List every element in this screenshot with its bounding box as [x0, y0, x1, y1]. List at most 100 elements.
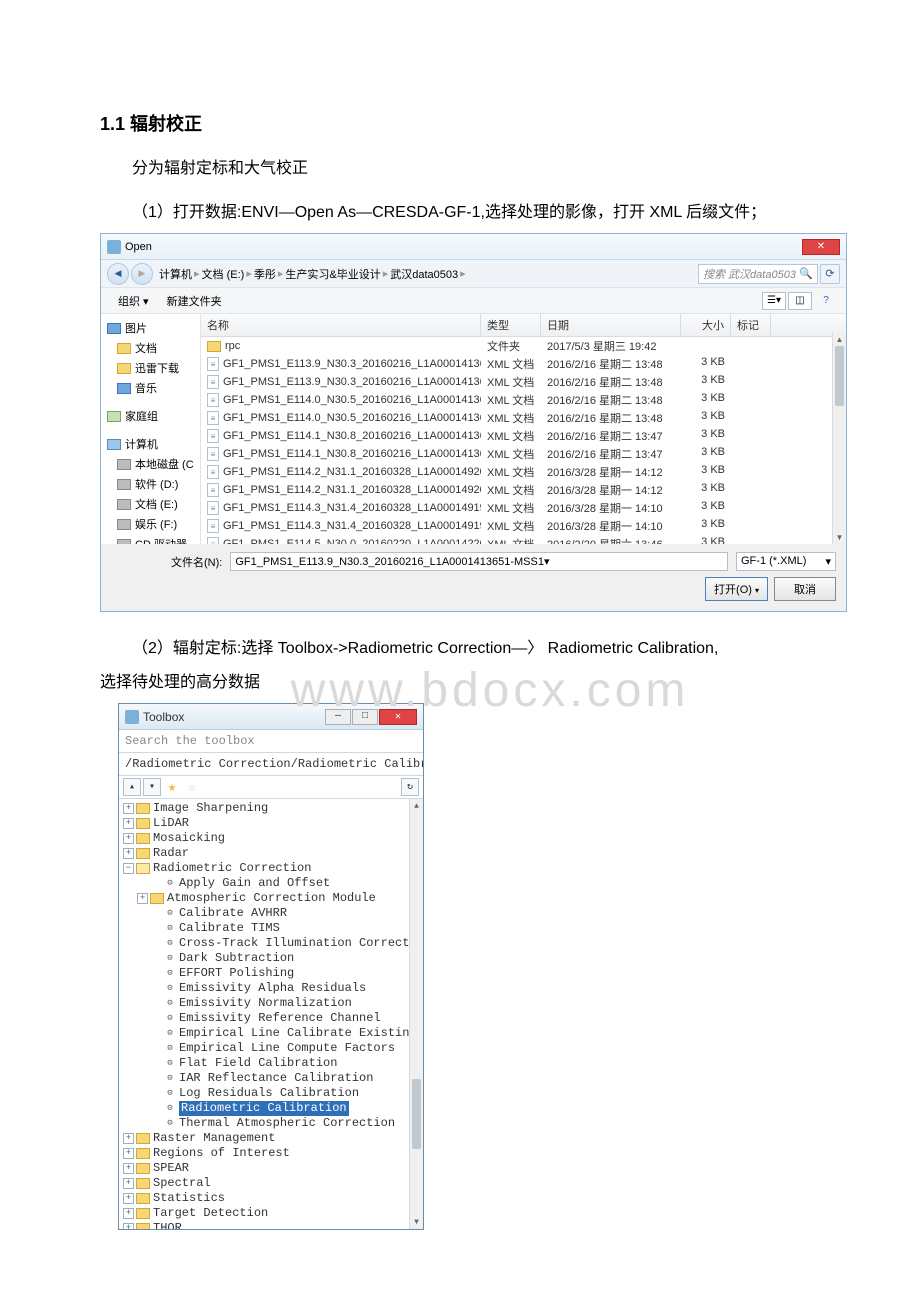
tree-tool[interactable]: ⚙Dark Subtraction: [119, 951, 423, 966]
scrollbar-vertical[interactable]: ▲ ▼: [832, 332, 846, 544]
tree-tool[interactable]: ⚙Emissivity Alpha Residuals: [119, 981, 423, 996]
table-row[interactable]: ≡GF1_PMS1_E114.0_N30.5_20160216_L1A00014…: [201, 409, 846, 427]
toolbox-titlebar[interactable]: Toolbox — □ ✕: [119, 704, 423, 730]
table-row[interactable]: ≡GF1_PMS1_E114.3_N31.4_20160328_L1A00014…: [201, 517, 846, 535]
scroll-down-icon[interactable]: ▼: [833, 530, 846, 544]
col-size[interactable]: 大小: [681, 314, 731, 336]
sb-docs[interactable]: 文档: [103, 338, 198, 358]
tree-folder[interactable]: +Image Sharpening: [119, 801, 423, 816]
collapse-up-icon[interactable]: ▴: [123, 778, 141, 796]
favorite-outline-icon[interactable]: ☆: [183, 778, 201, 796]
tree-tool[interactable]: ⚙Log Residuals Calibration: [119, 1086, 423, 1101]
table-row[interactable]: ≡GF1_PMS1_E113.9_N30.3_20160216_L1A00014…: [201, 373, 846, 391]
sb-pictures[interactable]: 图片: [103, 318, 198, 338]
col-tag[interactable]: 标记: [731, 314, 771, 336]
table-row[interactable]: ≡GF1_PMS1_E114.1_N30.8_20160216_L1A00014…: [201, 427, 846, 445]
cancel-button[interactable]: 取消: [774, 577, 836, 601]
table-row[interactable]: ≡GF1_PMS1_E114.2_N31.1_20160328_L1A00014…: [201, 481, 846, 499]
dialog-titlebar[interactable]: Open ✕: [101, 234, 846, 260]
tree-radiometric-correction[interactable]: −Radiometric Correction: [119, 861, 423, 876]
tree-tool[interactable]: ⚙Apply Gain and Offset: [119, 876, 423, 891]
refresh-button[interactable]: ⟳: [820, 264, 840, 284]
tree-tool[interactable]: ⚙Calibrate TIMS: [119, 921, 423, 936]
sb-dl[interactable]: 迅雷下载: [103, 358, 198, 378]
filename-input[interactable]: GF1_PMS1_E113.9_N30.3_20160216_L1A000141…: [230, 552, 728, 571]
col-name[interactable]: 名称: [201, 314, 481, 336]
forward-button[interactable]: ▶: [131, 263, 153, 285]
table-row[interactable]: rpc 文件夹 2017/5/3 星期三 19:42: [201, 337, 846, 355]
preview-button[interactable]: ◫: [788, 292, 812, 310]
sb-diskE[interactable]: 文档 (E:): [103, 494, 198, 514]
tree-tool[interactable]: ⚙Calibrate AVHRR: [119, 906, 423, 921]
scroll-thumb[interactable]: [412, 1079, 421, 1149]
tree-tool[interactable]: ⚙Empirical Line Calibrate Existing: [119, 1026, 423, 1041]
step2a-text: （2）辐射定标:选择 Toolbox->Radiometric Correcti…: [100, 636, 880, 662]
toolbox-search-input[interactable]: Search the toolbox: [119, 730, 423, 753]
sb-music[interactable]: 音乐: [103, 378, 198, 398]
back-button[interactable]: ◀: [107, 263, 129, 285]
tree-tool[interactable]: ⚙Flat Field Calibration: [119, 1056, 423, 1071]
minimize-button[interactable]: —: [325, 709, 351, 725]
table-row[interactable]: ≡GF1_PMS1_E114.0_N30.5_20160216_L1A00014…: [201, 391, 846, 409]
tree-folder[interactable]: +Spectral: [119, 1176, 423, 1191]
sb-homegroup[interactable]: 家庭组: [103, 406, 198, 426]
scroll-thumb[interactable]: [835, 346, 844, 406]
scroll-up-icon[interactable]: ▲: [410, 799, 423, 813]
toolbox-tree: +Image Sharpening+LiDAR+Mosaicking+Radar…: [119, 799, 423, 1229]
sidebar: 图片 文档 迅雷下载 音乐 家庭组 计算机 本地磁盘 (C 软件 (D:) 文档…: [101, 314, 201, 544]
tree-tool[interactable]: ⚙Thermal Atmospheric Correction: [119, 1116, 423, 1131]
scroll-down-icon[interactable]: ▼: [410, 1215, 423, 1229]
sb-computer[interactable]: 计算机: [103, 434, 198, 454]
close-button[interactable]: ✕: [379, 709, 417, 725]
view-button[interactable]: ☰▾: [762, 292, 786, 310]
tree-tool[interactable]: ⚙Empirical Line Compute Factors: [119, 1041, 423, 1056]
tree-folder[interactable]: +Target Detection: [119, 1206, 423, 1221]
help-button[interactable]: ?: [814, 292, 838, 310]
bc-1[interactable]: 文档 (E:): [202, 266, 245, 282]
tree-folder[interactable]: +Atmospheric Correction Module: [119, 891, 423, 906]
tree-tool[interactable]: ⚙Cross-Track Illumination Correction: [119, 936, 423, 951]
tree-folder[interactable]: +Mosaicking: [119, 831, 423, 846]
tree-tool[interactable]: ⚙Emissivity Reference Channel: [119, 1011, 423, 1026]
tree-folder[interactable]: +Radar: [119, 846, 423, 861]
scroll-up-icon[interactable]: ▲: [833, 332, 846, 346]
tree-folder[interactable]: +LiDAR: [119, 816, 423, 831]
collapse-down-icon[interactable]: ▾: [143, 778, 161, 796]
maximize-button[interactable]: □: [352, 709, 378, 725]
search-input[interactable]: 搜索 武汉data0503 🔍: [698, 264, 818, 284]
bc-4[interactable]: 武汉data0503: [390, 266, 458, 282]
sb-diskC[interactable]: 本地磁盘 (C: [103, 454, 198, 474]
open-button[interactable]: 打开(O) ▾: [705, 577, 768, 601]
tree-folder[interactable]: +Regions of Interest: [119, 1146, 423, 1161]
table-row[interactable]: ≡GF1_PMS1_E114.5_N30.0_20160220_L1A00014…: [201, 535, 846, 544]
tree-tool[interactable]: ⚙EFFORT Polishing: [119, 966, 423, 981]
tree-folder[interactable]: +THOR: [119, 1221, 423, 1229]
tree-folder[interactable]: +Statistics: [119, 1191, 423, 1206]
col-date[interactable]: 日期: [541, 314, 681, 336]
new-folder-button[interactable]: 新建文件夹: [158, 290, 231, 312]
tree-tool[interactable]: ⚙Emissivity Normalization: [119, 996, 423, 1011]
organize-button[interactable]: 组织 ▾: [109, 290, 158, 312]
bc-3[interactable]: 生产实习&毕业设计: [285, 266, 380, 282]
table-row[interactable]: ≡GF1_PMS1_E114.1_N30.8_20160216_L1A00014…: [201, 445, 846, 463]
breadcrumb[interactable]: 计算机▸ 文档 (E:)▸ 季彤▸ 生产实习&毕业设计▸ 武汉data0503▸: [159, 266, 466, 282]
table-row[interactable]: ≡GF1_PMS1_E114.2_N31.1_20160328_L1A00014…: [201, 463, 846, 481]
bc-2[interactable]: 季彤: [254, 266, 276, 282]
table-row[interactable]: ≡GF1_PMS1_E114.3_N31.4_20160328_L1A00014…: [201, 499, 846, 517]
table-row[interactable]: ≡GF1_PMS1_E113.9_N30.3_20160216_L1A00014…: [201, 355, 846, 373]
filetype-select[interactable]: GF-1 (*.XML)▾: [736, 552, 836, 571]
tree-tool[interactable]: ⚙Radiometric Calibration: [119, 1101, 423, 1116]
bc-0[interactable]: 计算机: [159, 266, 192, 282]
toolbar: 组织 ▾ 新建文件夹 ☰▾ ◫ ?: [101, 288, 846, 314]
tree-folder[interactable]: +SPEAR: [119, 1161, 423, 1176]
sb-diskF[interactable]: 娱乐 (F:): [103, 514, 198, 534]
col-type[interactable]: 类型: [481, 314, 541, 336]
tree-folder[interactable]: +Raster Management: [119, 1131, 423, 1146]
reload-icon[interactable]: ↻: [401, 778, 419, 796]
tree-tool[interactable]: ⚙IAR Reflectance Calibration: [119, 1071, 423, 1086]
sb-cd[interactable]: CD 驱动器: [103, 534, 198, 544]
favorite-icon[interactable]: ★: [163, 778, 181, 796]
toolbox-scrollbar[interactable]: ▲ ▼: [409, 799, 423, 1229]
sb-diskD[interactable]: 软件 (D:): [103, 474, 198, 494]
close-button[interactable]: ✕: [802, 239, 840, 255]
